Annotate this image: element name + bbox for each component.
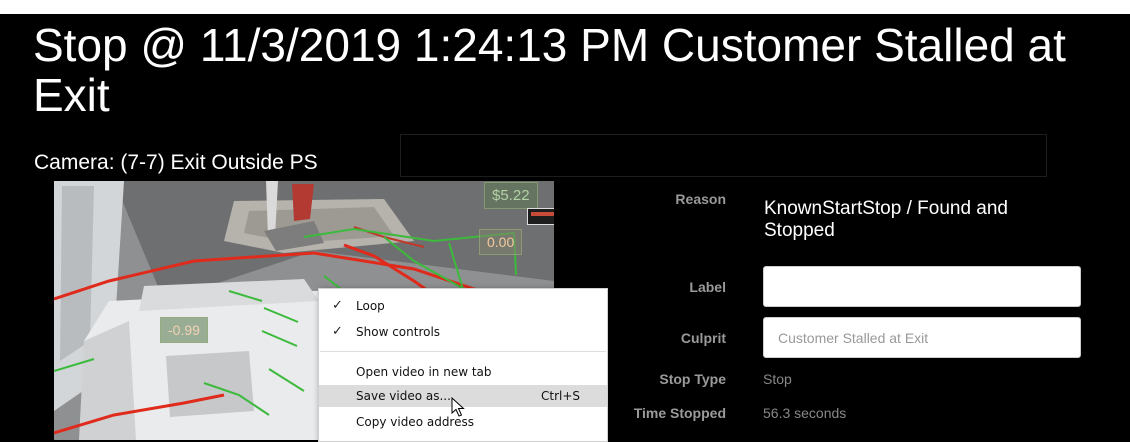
reason-label: Reason — [675, 191, 726, 207]
time-stopped-label: Time Stopped — [633, 405, 726, 421]
meter-overlay — [527, 208, 554, 225]
culprit-input[interactable] — [763, 317, 1081, 358]
menu-item-label: Show controls — [356, 325, 441, 339]
stop-type-label: Stop Type — [659, 371, 726, 387]
camera-name: Camera: (7-7) Exit Outside PS — [34, 151, 318, 174]
menu-item-label: Loop — [356, 299, 385, 313]
label-input[interactable] — [763, 266, 1081, 307]
menu-item-label: Save video as... — [356, 389, 451, 403]
menu-item-loop[interactable]: ✓ Loop — [319, 295, 607, 317]
mouse-cursor-icon — [451, 397, 465, 417]
meter-fill — [531, 212, 554, 216]
culprit-label: Culprit — [680, 330, 726, 346]
redaction-box — [400, 134, 1047, 177]
stop-type-value: Stop — [763, 371, 792, 387]
price-overlay: $5.22 — [484, 182, 538, 209]
menu-item-label: Open video in new tab — [356, 365, 492, 379]
menu-item-open-in-new-tab[interactable]: Open video in new tab — [319, 361, 607, 383]
browser-top-strip — [0, 0, 1130, 14]
negative-value-overlay: -0.99 — [160, 317, 208, 343]
reason-value: KnownStartStop / Found and Stopped — [764, 198, 1008, 241]
label-label: Label — [689, 279, 726, 295]
menu-item-shortcut: Ctrl+S — [541, 389, 581, 403]
check-icon: ✓ — [332, 324, 343, 339]
value-overlay: 0.00 — [479, 229, 523, 255]
check-icon: ✓ — [332, 298, 343, 313]
menu-item-show-controls[interactable]: ✓ Show controls — [319, 321, 607, 343]
time-stopped-value: 56.3 seconds — [763, 405, 847, 421]
page-title: Stop @ 11/3/2019 1:24:13 PM Customer Sta… — [33, 19, 1066, 121]
menu-divider — [320, 351, 606, 352]
